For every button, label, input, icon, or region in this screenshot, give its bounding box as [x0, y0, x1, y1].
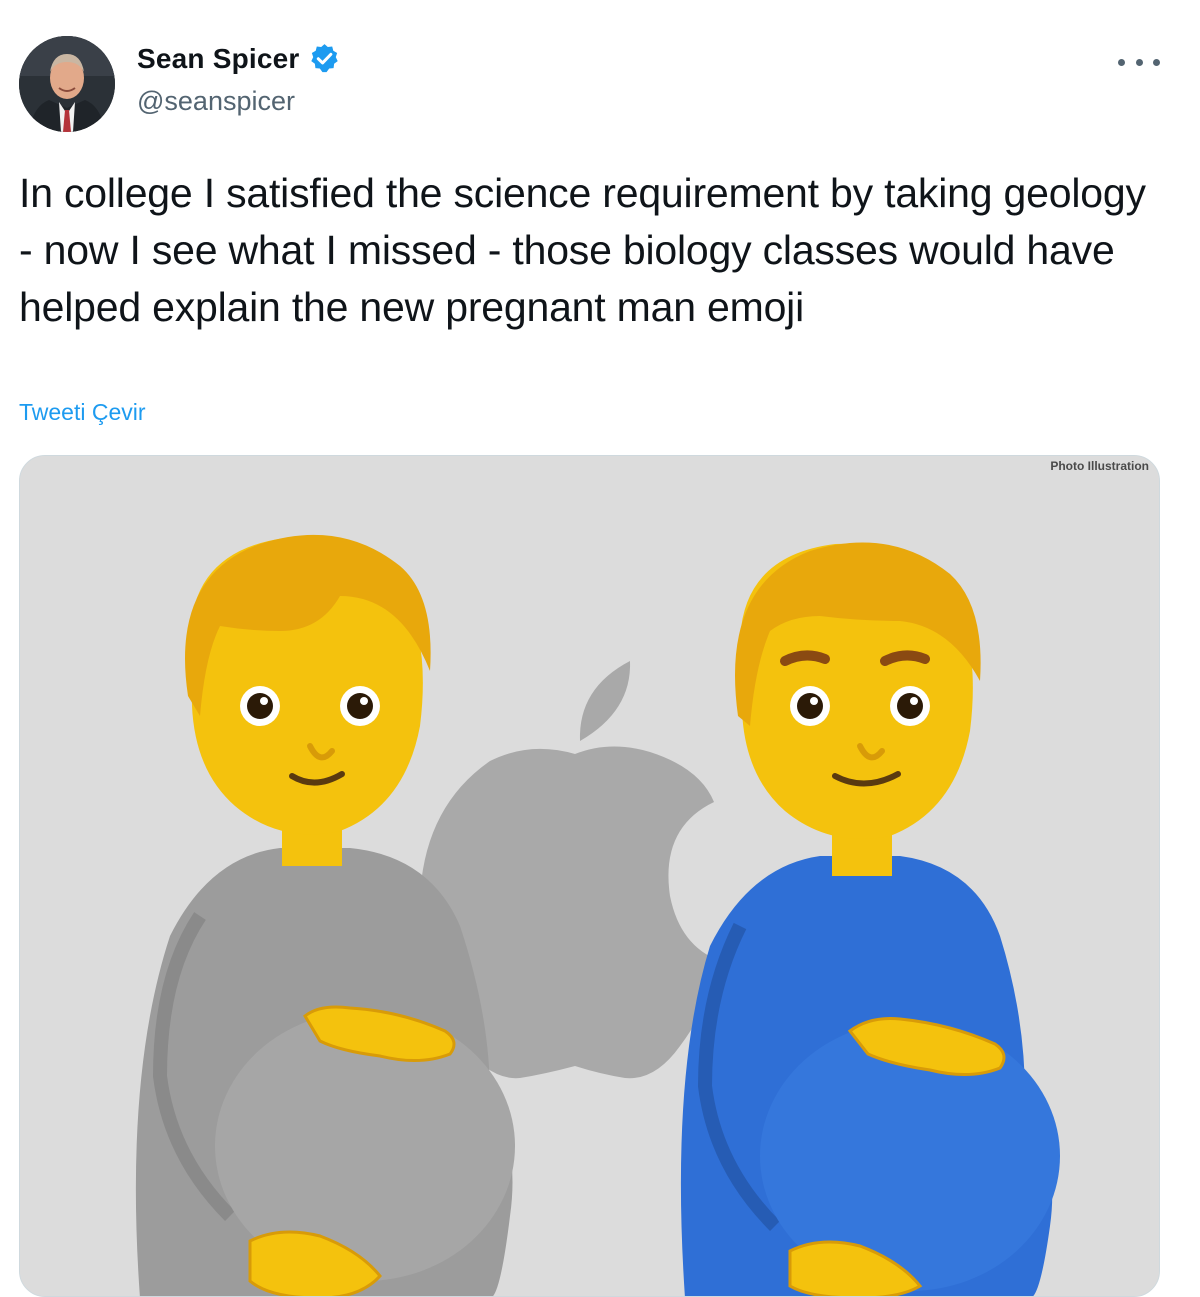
author-avatar[interactable]	[19, 36, 115, 132]
profile-photo	[19, 36, 115, 132]
translate-tweet-link[interactable]: Tweeti Çevir	[19, 399, 146, 426]
pregnant-emoji-illustration	[20, 456, 1159, 1296]
more-dot	[1135, 58, 1143, 66]
more-options-icon[interactable]	[1118, 48, 1160, 76]
more-dot	[1118, 58, 1125, 66]
tweet-media-image[interactable]: Photo Illustration	[19, 455, 1160, 1297]
author-display-name[interactable]: Sean Spicer	[137, 43, 300, 75]
verified-badge-icon	[308, 42, 341, 75]
tweet-text: In college I satisfied the science requi…	[19, 170, 1146, 330]
photo-credit: Photo Illustration	[1050, 459, 1149, 473]
author-name-row[interactable]: Sean Spicer	[137, 42, 341, 75]
more-dot	[1153, 58, 1160, 66]
author-handle[interactable]: @seanspicer	[137, 86, 295, 117]
